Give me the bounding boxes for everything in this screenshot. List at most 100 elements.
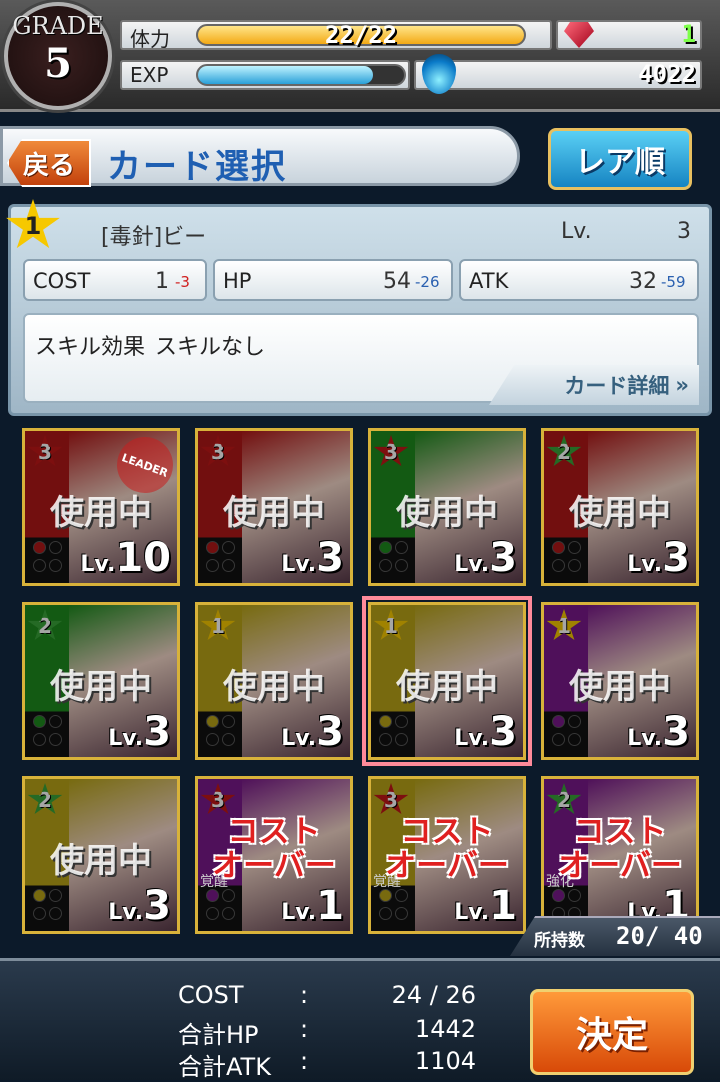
- stamina-row: 体力 22/22: [120, 20, 552, 51]
- card-slot[interactable]: 2 使用中 Lv.3: [22, 602, 180, 760]
- cost-over-text: コスト: [573, 814, 667, 850]
- skill-box: スキル効果 スキルなし カード詳細 »: [23, 313, 699, 405]
- grade-badge: GRADE 5: [4, 2, 112, 110]
- card-slot[interactable]: 1 使用中 Lv.3: [195, 602, 353, 760]
- in-use-label: 使用中: [50, 493, 152, 533]
- card-level-prefix: Lv.: [627, 726, 663, 751]
- page-title: カード選択: [107, 147, 287, 187]
- exp-label: EXP: [130, 63, 169, 87]
- card-level-prefix: Lv.: [454, 900, 490, 925]
- in-use-label: 使用中: [50, 841, 152, 881]
- coin-row: 4022: [414, 54, 702, 94]
- total-atk-value: 1104: [414, 1047, 476, 1075]
- card-level: Lv.3: [454, 709, 517, 755]
- card-level: Lv.1: [281, 883, 344, 929]
- total-hp-value: 1442: [414, 1015, 476, 1043]
- card-slot[interactable]: 2 使用中 Lv.3: [541, 428, 699, 586]
- card-level-label: Lv.: [561, 219, 592, 244]
- card-info-panel: 1 [毒針]ビー Lv. 3 COST 1 -3 HP 54 -26 ATK 3…: [6, 199, 712, 416]
- card-level-prefix: Lv.: [281, 726, 317, 751]
- rarity-value: 1: [24, 212, 42, 240]
- stamina-bar: 22/22: [196, 21, 526, 49]
- card-level-prefix: Lv.: [108, 726, 144, 751]
- card-level: Lv.10: [80, 535, 171, 581]
- card-slot[interactable]: 2 使用中 Lv.3: [22, 776, 180, 934]
- cost-modifier: -3: [175, 273, 190, 291]
- cost-over-label: コスト オーバー: [198, 815, 350, 883]
- hp-box: HP 54 -26: [213, 259, 453, 301]
- in-use-label: 使用中: [396, 493, 498, 533]
- rarity-star-icon: 1: [6, 199, 60, 249]
- colon: :: [300, 981, 309, 1009]
- owned-count-box: 所持数 20/ 40: [510, 916, 720, 956]
- cost-over-text: オーバー: [212, 848, 336, 884]
- skill-label: スキル効果: [35, 335, 146, 360]
- card-level: Lv.1: [454, 883, 517, 929]
- cost-over-text: コスト: [400, 814, 494, 850]
- card-detail-button[interactable]: カード詳細 »: [489, 365, 699, 405]
- title-bar: 戻る カード選択 レア順: [0, 122, 720, 194]
- card-level: Lv.3: [281, 535, 344, 581]
- exp-bar-fill: [198, 66, 374, 84]
- in-use-label: 使用中: [50, 667, 152, 707]
- card-level: Lv.3: [454, 535, 517, 581]
- grade-label: GRADE: [12, 12, 104, 40]
- status-bar: GRADE 5 体力 22/22 1 EXP 4022: [0, 0, 720, 112]
- colon: :: [300, 1015, 309, 1043]
- atk-box: ATK 32 -59: [459, 259, 699, 301]
- card-grid: 3 LEADER 使用中 Lv.10 3 使用中 Lv.3 3 使用中 Lv.3 2 使用中 Lv.3 2…: [0, 424, 720, 954]
- card-level: 3: [677, 219, 691, 244]
- footer: COST : 24 / 26 合計HP : 1442 合計ATK : 1104 …: [0, 958, 720, 1081]
- card-level-prefix: Lv.: [108, 900, 144, 925]
- stamina-value: 22/22: [324, 21, 398, 49]
- atk-modifier: -59: [661, 273, 686, 291]
- in-use-label: 使用中: [569, 667, 671, 707]
- gem-count: 1: [681, 20, 696, 48]
- decide-button[interactable]: 決定: [530, 989, 694, 1075]
- atk-value: 32: [629, 269, 657, 294]
- cost-over-text: オーバー: [385, 848, 509, 884]
- cost-over-text: コスト: [227, 814, 321, 850]
- grade-value: 5: [44, 40, 72, 87]
- in-use-label: 使用中: [396, 667, 498, 707]
- double-chevron-right-icon: »: [675, 373, 689, 397]
- exp-row: EXP: [120, 60, 410, 90]
- card-level: Lv.3: [108, 709, 171, 755]
- in-use-label: 使用中: [223, 667, 325, 707]
- card-slot[interactable]: 3 覚醒 コスト オーバー Lv.1: [368, 776, 526, 934]
- hp-modifier: -26: [415, 273, 440, 291]
- card-slot[interactable]: 3 覚醒 コスト オーバー Lv.1: [195, 776, 353, 934]
- card-slot[interactable]: 3 使用中 Lv.3: [368, 428, 526, 586]
- owned-value: 20/ 40: [616, 922, 703, 950]
- cost-box: COST 1 -3: [23, 259, 207, 301]
- card-slot[interactable]: 1 使用中 Lv.3: [541, 602, 699, 760]
- card-level-prefix: Lv.: [281, 900, 317, 925]
- back-button[interactable]: 戻る: [7, 139, 91, 187]
- card-level-prefix: Lv.: [80, 552, 116, 577]
- in-use-label: 使用中: [569, 493, 671, 533]
- gem-row: 1: [556, 20, 702, 50]
- stamina-label: 体力: [130, 27, 170, 51]
- card-slot[interactable]: 2 強化 コスト オーバー Lv.1: [541, 776, 699, 934]
- card-slot[interactable]: 3 使用中 Lv.3: [195, 428, 353, 586]
- colon: :: [300, 1047, 309, 1075]
- total-cost-label: COST: [178, 981, 244, 1009]
- cost-over-text: オーバー: [558, 848, 682, 884]
- sort-button[interactable]: レア順: [548, 128, 692, 190]
- card-level: Lv.3: [627, 535, 690, 581]
- card-level: Lv.3: [627, 709, 690, 755]
- card-level-prefix: Lv.: [454, 552, 490, 577]
- cost-over-label: コスト オーバー: [371, 815, 523, 883]
- ruby-gem-icon: [564, 22, 594, 48]
- card-level: Lv.3: [281, 709, 344, 755]
- card-slot[interactable]: 1 使用中 Lv.3: [362, 596, 532, 766]
- card-level-prefix: Lv.: [281, 552, 317, 577]
- total-cost-value: 24 / 26: [391, 981, 476, 1009]
- card-slot[interactable]: 3 LEADER 使用中 Lv.10: [22, 428, 180, 586]
- owned-label: 所持数: [534, 931, 585, 951]
- cost-label: COST: [33, 269, 91, 293]
- atk-label: ATK: [469, 269, 509, 293]
- cost-over-label: コスト オーバー: [544, 815, 696, 883]
- blue-flame-icon: [422, 54, 456, 94]
- card-name: [毒針]ビー: [101, 225, 207, 250]
